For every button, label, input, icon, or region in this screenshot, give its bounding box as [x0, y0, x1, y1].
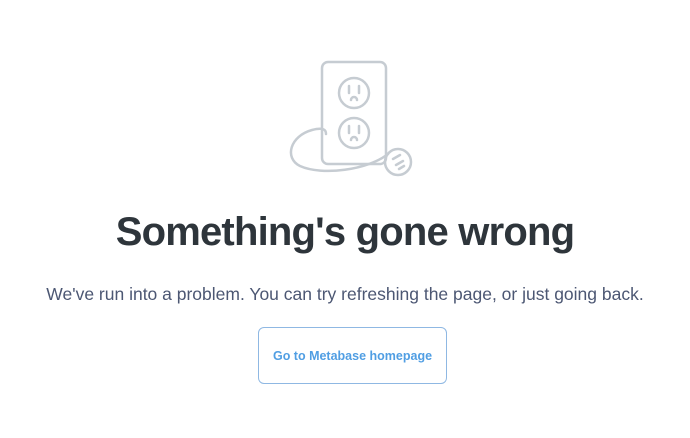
error-title: Something's gone wrong — [115, 210, 575, 254]
error-message: We've run into a problem. You can try re… — [46, 284, 644, 304]
unplugged-outlet-icon — [289, 60, 413, 177]
error-page: Something's gone wrong We've run into a … — [0, 0, 690, 438]
go-to-homepage-button[interactable]: Go to Metabase homepage — [258, 327, 447, 384]
